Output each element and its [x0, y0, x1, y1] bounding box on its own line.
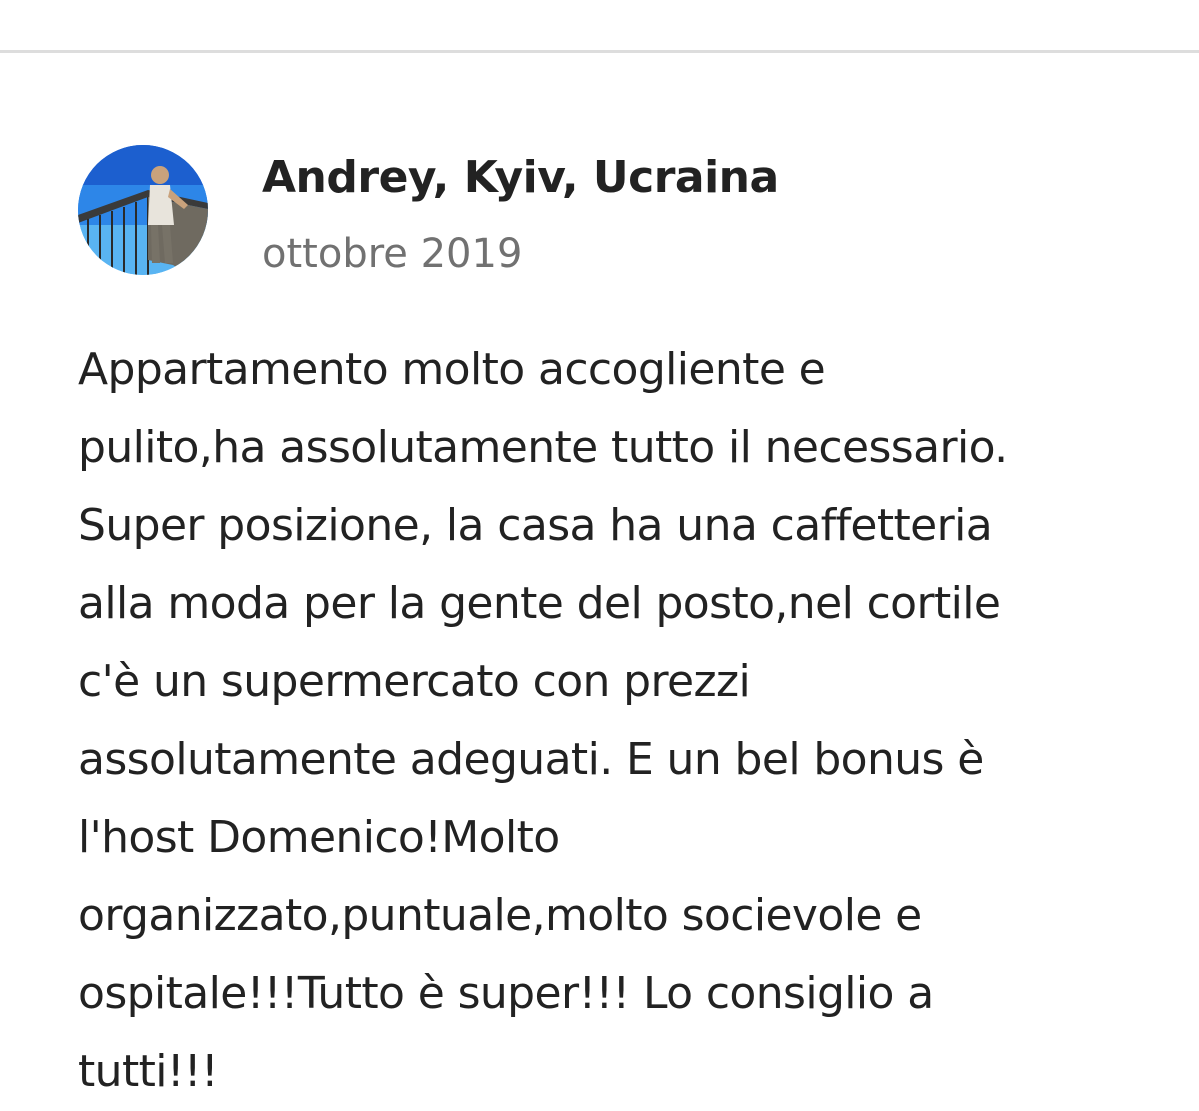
- review-text-line: organizzato,puntuale,molto socievole e: [78, 890, 922, 941]
- review-text-line: c'è un supermercato con prezzi: [78, 656, 751, 707]
- review-text-line: Super posizione, la casa ha una caffette…: [78, 500, 993, 551]
- review-card: Andrey, Kyiv, Ucraina ottobre 2019 Appar…: [78, 145, 1138, 1111]
- review-text: Appartamento molto accogliente e pulito,…: [78, 331, 1138, 1111]
- reviewer-name: Andrey, Kyiv, Ucraina: [262, 152, 779, 203]
- top-divider: [0, 50, 1199, 53]
- review-header: Andrey, Kyiv, Ucraina ottobre 2019: [78, 145, 1138, 281]
- review-text-line: tutti!!!: [78, 1046, 219, 1097]
- review-text-line: alla moda per la gente del posto,nel cor…: [78, 578, 1001, 629]
- review-text-line: l'host Domenico!Molto: [78, 812, 560, 863]
- reviewer-info: Andrey, Kyiv, Ucraina ottobre 2019: [262, 145, 779, 281]
- avatar-photo: [78, 145, 208, 275]
- review-text-line: assolutamente adeguati. E un bel bonus è: [78, 734, 984, 785]
- review-date: ottobre 2019: [262, 231, 523, 277]
- review-text-line: pulito,ha assolutamente tutto il necessa…: [78, 422, 1008, 473]
- avatar[interactable]: [78, 145, 208, 275]
- review-text-line: Appartamento molto accogliente e: [78, 344, 826, 395]
- review-text-line: ospitale!!!Tutto è super!!! Lo consiglio…: [78, 968, 934, 1019]
